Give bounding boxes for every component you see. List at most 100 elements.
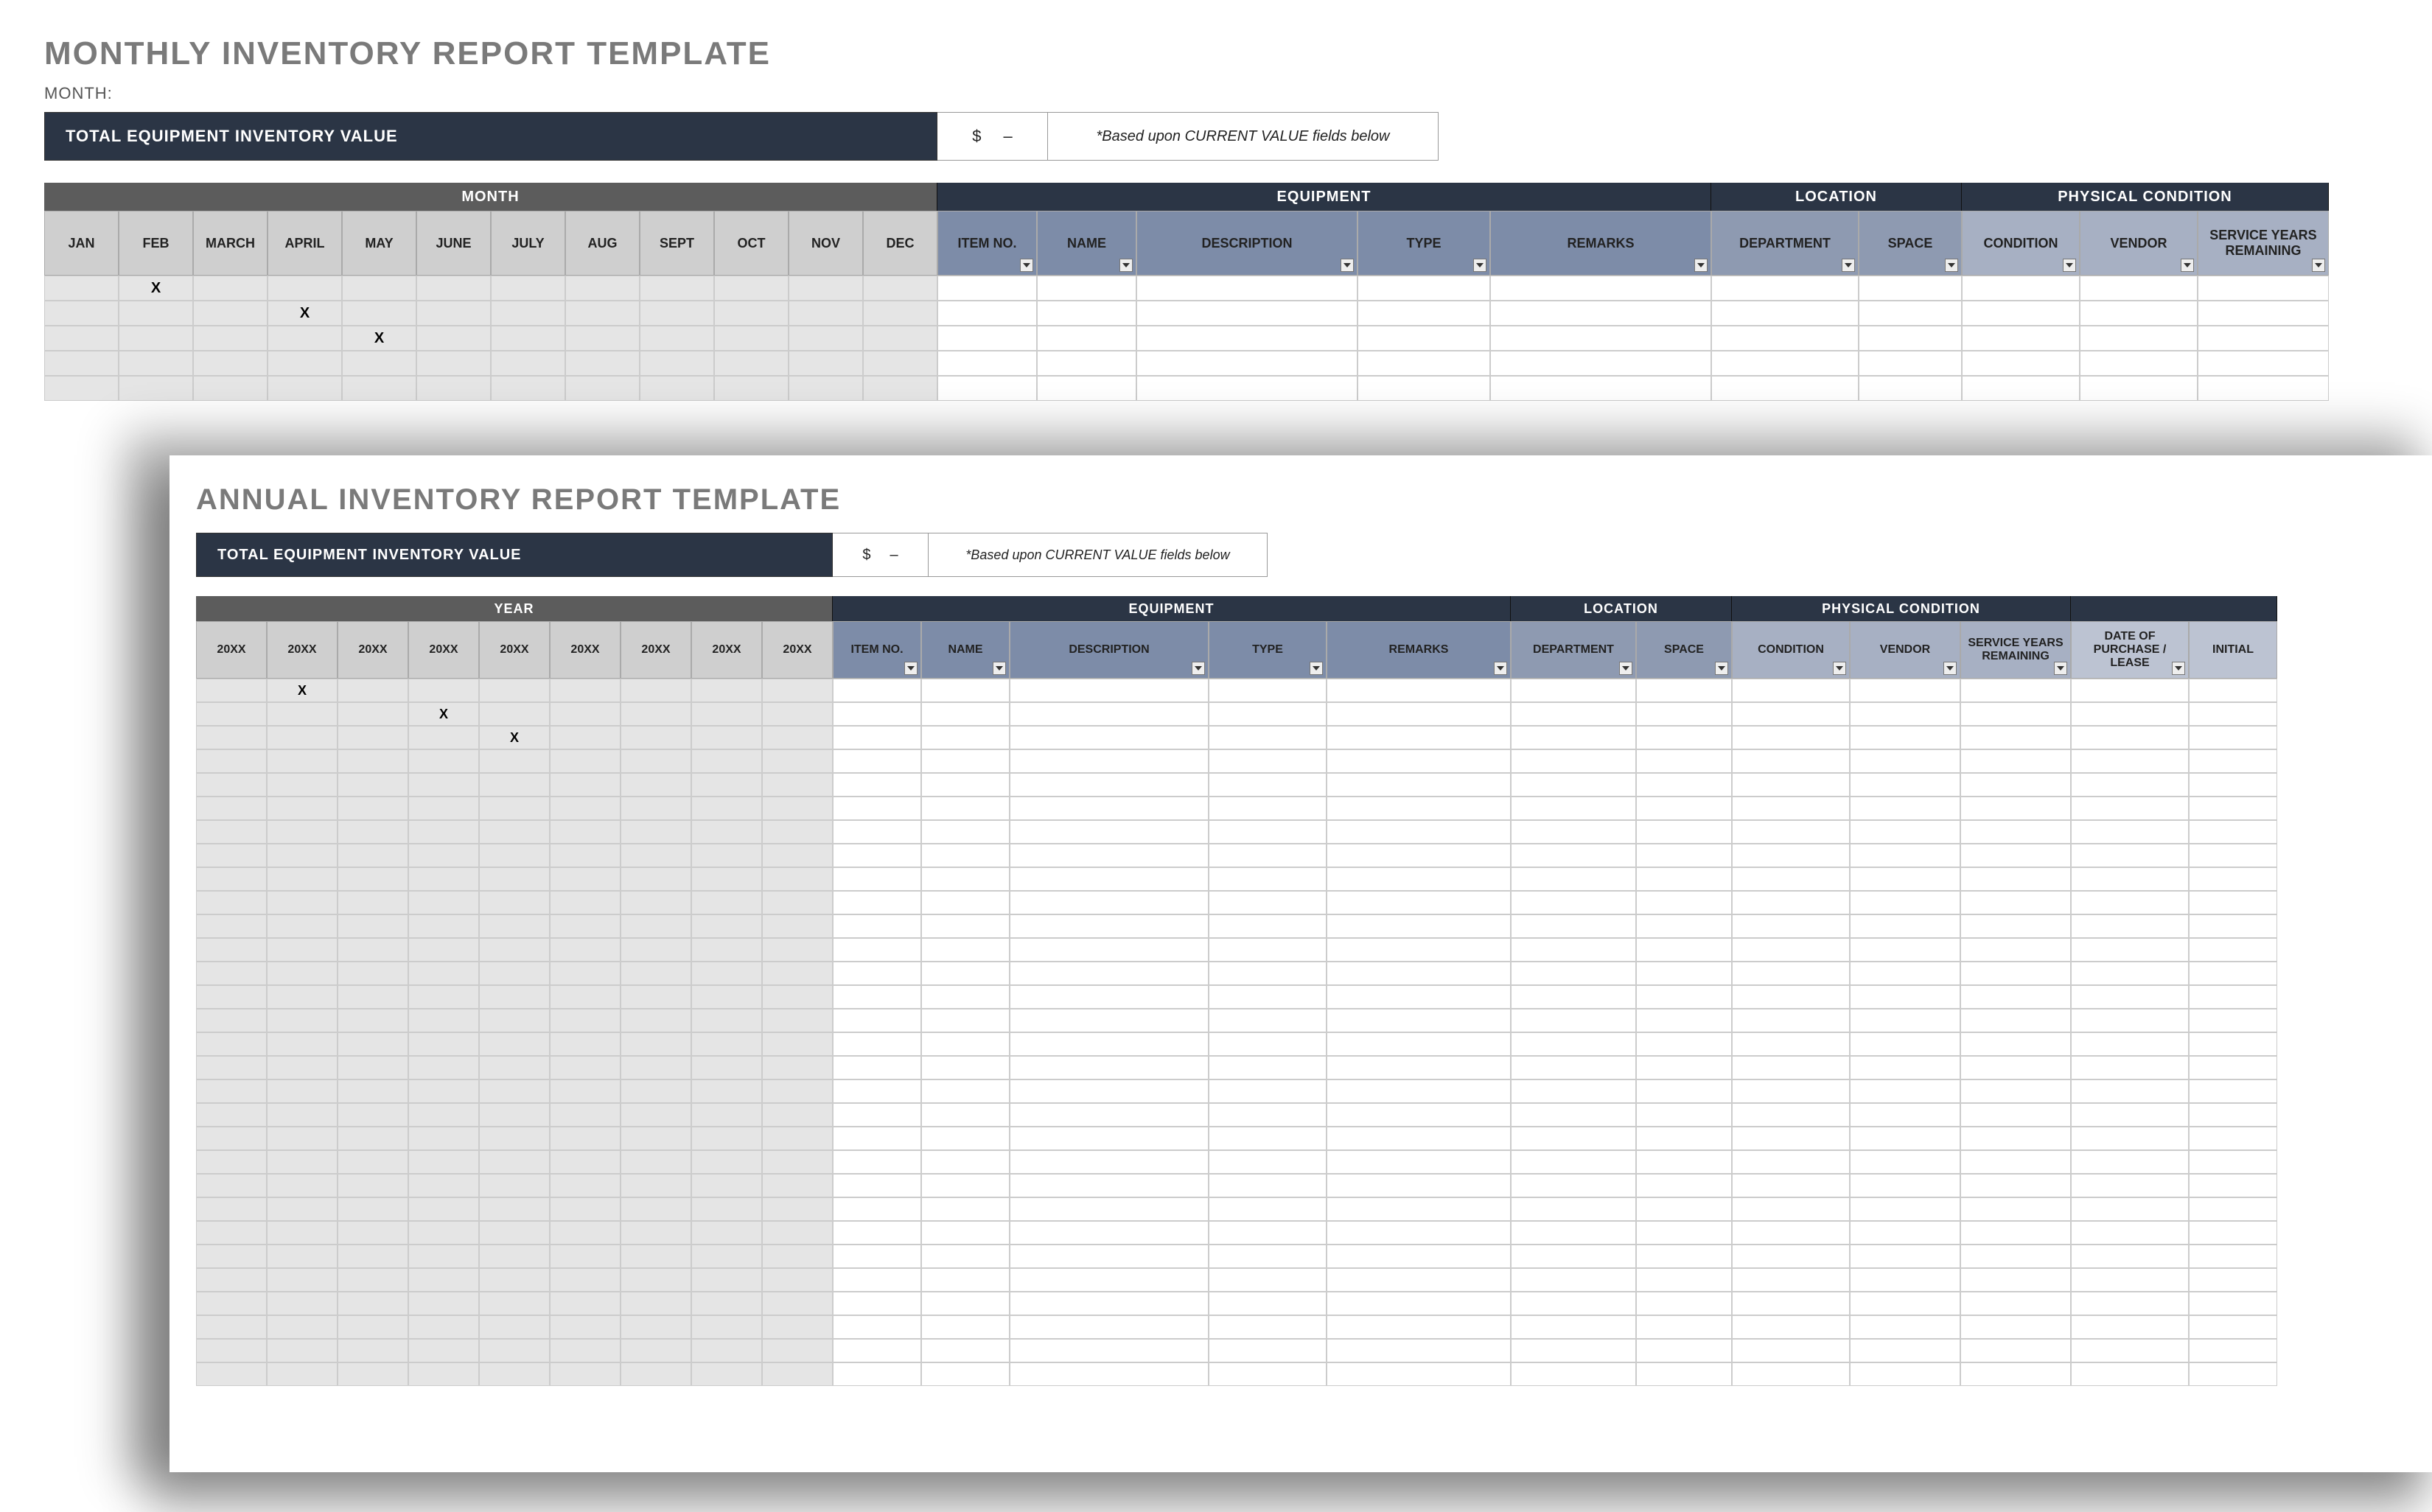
year-cell[interactable] (338, 820, 408, 844)
year-cell[interactable] (196, 1221, 267, 1245)
year-cell[interactable] (267, 1079, 338, 1103)
data-cell[interactable] (2080, 326, 2198, 351)
data-cell[interactable] (2071, 1362, 2189, 1386)
year-cell[interactable] (408, 1315, 479, 1339)
month-cell[interactable] (44, 351, 119, 376)
year-cell[interactable] (691, 1315, 762, 1339)
year-cell[interactable] (338, 1245, 408, 1268)
data-cell[interactable] (1511, 1127, 1636, 1150)
year-cell[interactable] (621, 938, 691, 962)
year-cell[interactable] (408, 1268, 479, 1292)
data-cell[interactable] (2071, 1197, 2189, 1221)
data-cell[interactable] (1136, 301, 1357, 326)
year-cell[interactable] (408, 844, 479, 867)
month-cell[interactable] (268, 351, 342, 376)
data-cell[interactable] (2071, 679, 2189, 702)
data-cell[interactable] (1209, 867, 1327, 891)
year-cell[interactable] (408, 1056, 479, 1079)
year-cell[interactable] (338, 702, 408, 726)
year-cell[interactable]: X (479, 726, 550, 749)
data-cell[interactable] (1732, 1245, 1850, 1268)
data-cell[interactable] (2189, 1362, 2277, 1386)
data-cell[interactable] (1327, 1268, 1511, 1292)
data-cell[interactable] (921, 1339, 1010, 1362)
year-cell[interactable] (408, 726, 479, 749)
data-cell[interactable] (2189, 749, 2277, 773)
year-cell[interactable] (550, 1009, 621, 1032)
data-cell[interactable] (921, 1221, 1010, 1245)
data-cell[interactable] (1850, 1339, 1960, 1362)
month-cell[interactable] (491, 276, 565, 301)
year-cell[interactable] (479, 1197, 550, 1221)
year-cell[interactable] (408, 1197, 479, 1221)
data-cell[interactable] (1636, 1150, 1732, 1174)
data-cell[interactable] (1636, 1245, 1732, 1268)
month-cell[interactable] (789, 326, 863, 351)
year-cell[interactable] (621, 1127, 691, 1150)
data-cell[interactable] (2189, 1032, 2277, 1056)
year-cell[interactable] (338, 1174, 408, 1197)
data-cell[interactable] (1732, 749, 1850, 773)
data-cell[interactable] (1960, 1268, 2071, 1292)
year-cell[interactable] (267, 820, 338, 844)
data-cell[interactable] (1010, 679, 1209, 702)
data-cell[interactable] (1327, 985, 1511, 1009)
data-cell[interactable] (2189, 702, 2277, 726)
year-cell[interactable] (621, 702, 691, 726)
year-cell[interactable] (479, 1127, 550, 1150)
year-cell[interactable] (762, 1032, 833, 1056)
data-cell[interactable] (1711, 351, 1859, 376)
data-cell[interactable] (1850, 867, 1960, 891)
year-cell[interactable] (338, 773, 408, 797)
year-cell[interactable] (267, 1103, 338, 1127)
data-cell[interactable] (1010, 797, 1209, 820)
data-cell[interactable] (1960, 1103, 2071, 1127)
col-header-service[interactable]: SERVICE YEARS REMAINING (1960, 621, 2071, 679)
year-cell[interactable] (550, 1268, 621, 1292)
year-cell[interactable] (621, 726, 691, 749)
data-cell[interactable] (2080, 301, 2198, 326)
data-cell[interactable] (1511, 1150, 1636, 1174)
month-cell[interactable] (342, 301, 416, 326)
data-cell[interactable] (2080, 276, 2198, 301)
data-cell[interactable] (1960, 914, 2071, 938)
data-cell[interactable] (1960, 938, 2071, 962)
month-cell[interactable] (863, 276, 937, 301)
data-cell[interactable] (2189, 820, 2277, 844)
data-cell[interactable] (2189, 891, 2277, 914)
year-cell[interactable] (408, 891, 479, 914)
year-cell[interactable] (338, 679, 408, 702)
data-cell[interactable] (1850, 1245, 1960, 1268)
year-cell[interactable] (196, 1245, 267, 1268)
year-cell[interactable] (479, 1292, 550, 1315)
data-cell[interactable] (1636, 962, 1732, 985)
year-cell[interactable] (338, 1268, 408, 1292)
data-cell[interactable] (833, 1174, 921, 1197)
year-cell[interactable] (550, 1150, 621, 1174)
data-cell[interactable] (2189, 1103, 2277, 1127)
data-cell[interactable] (1850, 914, 1960, 938)
month-cell[interactable] (863, 301, 937, 326)
year-cell[interactable] (762, 1009, 833, 1032)
year-cell[interactable] (479, 1362, 550, 1386)
data-cell[interactable] (1209, 749, 1327, 773)
year-cell[interactable] (691, 938, 762, 962)
data-cell[interactable] (1960, 820, 2071, 844)
data-cell[interactable] (1010, 1339, 1209, 1362)
year-cell[interactable] (550, 985, 621, 1009)
data-cell[interactable] (1732, 1339, 1850, 1362)
year-cell[interactable] (691, 797, 762, 820)
data-cell[interactable] (2189, 1079, 2277, 1103)
data-cell[interactable] (1511, 820, 1636, 844)
month-cell[interactable] (342, 376, 416, 401)
data-cell[interactable] (1732, 679, 1850, 702)
data-cell[interactable] (2071, 1032, 2189, 1056)
data-cell[interactable] (1850, 702, 1960, 726)
data-cell[interactable] (1732, 962, 1850, 985)
year-cell[interactable] (267, 773, 338, 797)
data-cell[interactable] (1636, 749, 1732, 773)
year-cell[interactable] (338, 726, 408, 749)
data-cell[interactable] (1209, 1150, 1327, 1174)
year-cell[interactable] (691, 1362, 762, 1386)
data-cell[interactable] (1209, 891, 1327, 914)
